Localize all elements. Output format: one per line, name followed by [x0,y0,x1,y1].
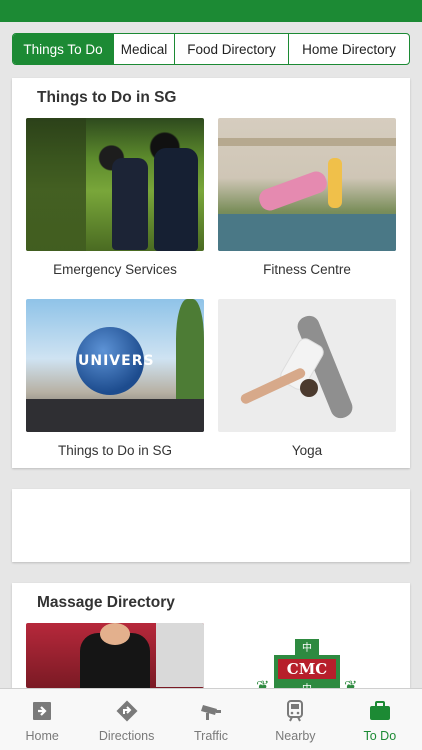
logo-char: 中 [302,680,312,688]
emergency-services-label[interactable]: Emergency Services [26,262,204,277]
massage-directory-card: Massage Directory 中 CMC 中 ❦ ❦ [12,583,410,688]
tab-home-label: Home [25,729,59,743]
briefcase-icon [369,701,390,720]
tab-directions-label: Directions [98,729,155,743]
yoga-label[interactable]: Yoga [218,443,396,458]
massage-image[interactable] [26,623,204,688]
things-to-do-card: Things to Do in SG Emergency Services Fi… [12,78,410,468]
yoga-image[interactable] [218,299,396,432]
fitness-centre-image[interactable] [218,118,396,251]
traffic-camera-icon [201,705,222,720]
cmc-logo-text: CMC [278,659,336,679]
segment-things-to-do[interactable]: Things To Do [13,34,113,64]
tab-to-do[interactable]: To Do [338,689,422,750]
status-bar [0,0,422,22]
directions-icon [116,700,138,722]
fitness-centre-label[interactable]: Fitness Centre [218,262,396,277]
tab-traffic[interactable]: Traffic [169,689,253,750]
cmc-logo-image[interactable]: 中 CMC 中 ❦ ❦ [218,631,396,688]
banner-card [12,489,410,562]
logo-char: 中 [302,643,312,654]
tab-to-do-label: To Do [363,729,397,743]
tab-nearby[interactable]: Nearby [253,689,337,750]
leaf-left-icon: ❦ [256,679,270,688]
category-segmented-control: Things To Do Medical Food Directory Home… [12,33,410,65]
train-icon [287,700,304,722]
tab-directions[interactable]: Directions [84,689,168,750]
segment-food-directory[interactable]: Food Directory [174,34,288,64]
leaf-right-icon: ❦ [344,679,358,688]
bottom-tab-bar: Home Directions Traffic Nearby To Do [0,688,422,750]
tab-traffic-label: Traffic [193,729,229,743]
segment-home-directory[interactable]: Home Directory [288,34,409,64]
card-title: Massage Directory [37,594,175,611]
globe-sign-text: UNIVERS [78,353,155,369]
tab-nearby-label: Nearby [275,729,316,743]
segment-medical[interactable]: Medical [113,34,174,64]
tab-home[interactable]: Home [0,689,84,750]
things-to-do-sg-label[interactable]: Things to Do in SG [26,443,204,458]
card-title: Things to Do in SG [37,89,177,106]
things-to-do-sg-image[interactable]: UNIVERS [26,299,204,432]
home-icon [33,702,52,720]
emergency-services-image[interactable] [26,118,204,251]
